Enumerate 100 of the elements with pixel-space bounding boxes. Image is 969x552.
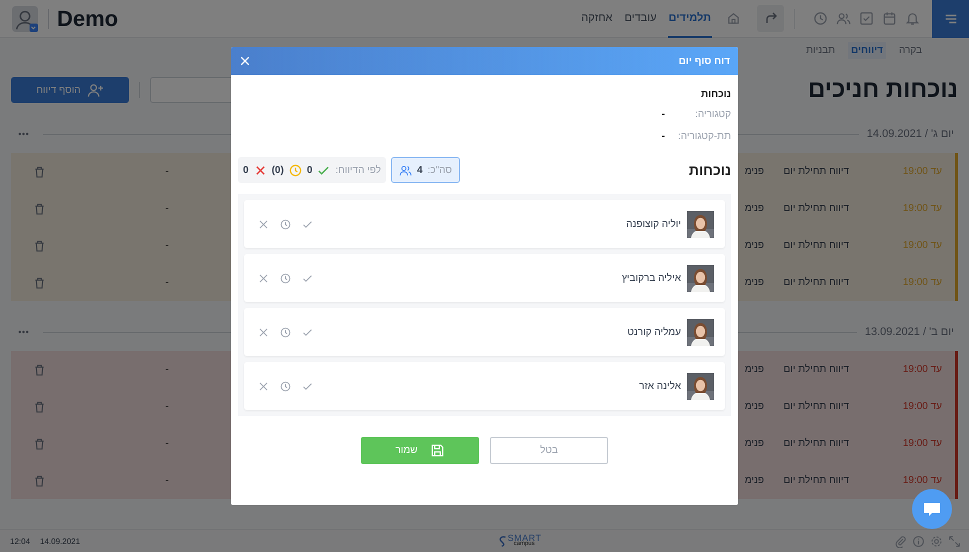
avatar-icon[interactable] [12,6,38,32]
trash-icon[interactable] [34,165,44,178]
report-name: דיווח תחילת יום [783,240,849,251]
cross-icon[interactable] [258,326,269,338]
check-icon[interactable] [302,326,313,338]
check-icon[interactable] [302,380,313,392]
value-text: - [165,166,169,177]
student-name: אלינה אזר [639,380,681,392]
settings-icon[interactable] [930,534,944,548]
trash-icon[interactable] [34,276,44,289]
value-text: - [165,438,169,449]
trash-icon[interactable] [34,202,44,215]
report-type: פנימ [744,401,764,412]
trash-icon[interactable] [34,437,44,450]
by-report-label: לפי הדיווח: [335,164,381,176]
field-value: - [662,108,665,120]
deadline-text: עד 19:00 [902,438,942,449]
report-type: פנימ [744,240,764,251]
group-date: יום ג' / 14.09.2021 [866,128,954,140]
clock-icon[interactable] [280,218,291,230]
logo-icon [498,534,507,548]
deadline-text: עד 19:00 [902,240,942,251]
trash-icon[interactable] [34,363,44,376]
sub-tab[interactable]: בקרה [896,42,925,58]
redo-button[interactable] [757,5,784,32]
deadline-text: עד 19:00 [902,364,942,375]
report-type: פנימ [744,277,764,288]
clock-icon[interactable] [280,272,291,284]
trash-icon[interactable] [34,239,44,252]
save-button[interactable]: שמור [361,437,479,464]
check-icon[interactable] [302,272,313,284]
report-name: דיווח תחילת יום [783,401,849,412]
logo-text: SMART [508,534,542,542]
report-type: פנימ [744,166,764,177]
student-name: איליה ברקוביץ [622,272,681,284]
chat-button[interactable] [912,489,952,529]
group-date: יום ב' / 13.09.2021 [864,326,954,338]
add-report-button[interactable]: הוסף דיווח [11,77,129,103]
more-icon[interactable] [18,330,29,334]
student-name: עמליה קורנט [627,326,681,338]
cancel-button[interactable]: בטל [490,437,608,464]
student-name: יוליה קוצופנה [626,218,681,230]
report-name: דיווח תחילת יום [783,277,849,288]
expand-icon[interactable] [948,534,962,548]
info-icon[interactable] [912,534,926,548]
save-icon [430,443,445,458]
people-icon[interactable] [836,11,851,26]
attendance-title: נוכחות [688,162,731,178]
late-count: (0) [272,164,284,176]
deadline-text: עד 19:00 [902,166,942,177]
cross-icon[interactable] [258,380,269,392]
check-icon[interactable] [302,218,313,230]
calendar-icon[interactable] [882,11,897,26]
nav-tab[interactable]: תלמידים [668,0,712,38]
value-text: - [165,277,169,288]
cross-icon[interactable] [258,218,269,230]
deadline-text: עד 19:00 [902,203,942,214]
section-title: נוכחות [700,89,731,102]
sub-tab[interactable]: תבניות [803,42,838,58]
deadline-text: עד 19:00 [902,475,942,486]
value-text: - [165,203,169,214]
clock-icon[interactable] [280,380,291,392]
report-type: פנימ [744,438,764,449]
nav-tab[interactable]: עובדים [623,0,658,38]
report-type: פנימ [744,203,764,214]
report-name: דיווח תחילת יום [783,438,849,449]
cross-icon [254,164,267,176]
close-icon[interactable] [240,56,250,66]
field-label: קטגוריה: [694,108,731,120]
status-date: 14.09.2021 [40,536,80,546]
nav-tab[interactable]: אחזקה [580,0,614,38]
clock-icon[interactable] [813,11,828,26]
trash-icon[interactable] [34,400,44,413]
value-text: - [165,401,169,412]
trash-icon[interactable] [34,474,44,487]
clock-icon[interactable] [280,326,291,338]
add-user-icon [86,82,104,98]
sub-tab[interactable]: דיווחים [848,42,886,58]
page-title: נוכחות חניכים [808,76,958,104]
dialog-title: דוח סוף יום [678,56,730,66]
paperclip-icon[interactable] [894,534,908,548]
present-count: 0 [306,164,312,176]
cross-icon[interactable] [258,272,269,284]
field-label: תת-קטגוריה: [676,130,731,142]
total-label: סה"כ: [428,164,452,176]
report-type: פנימ [744,364,764,375]
more-icon[interactable] [18,132,29,136]
value-text: - [165,240,169,251]
value-text: - [165,364,169,375]
value-text: - [165,475,169,486]
checklist-icon[interactable] [859,11,874,26]
menu-button[interactable] [932,0,969,38]
report-name: דיווח תחילת יום [783,364,849,375]
absent-count: 0 [243,164,249,176]
bell-icon[interactable] [905,11,920,26]
home-icon[interactable] [726,11,741,26]
people-icon [398,164,412,176]
report-name: דיווח תחילת יום [783,203,849,214]
report-name: דיווח תחילת יום [783,166,849,177]
brand-name: Demo [57,6,118,32]
